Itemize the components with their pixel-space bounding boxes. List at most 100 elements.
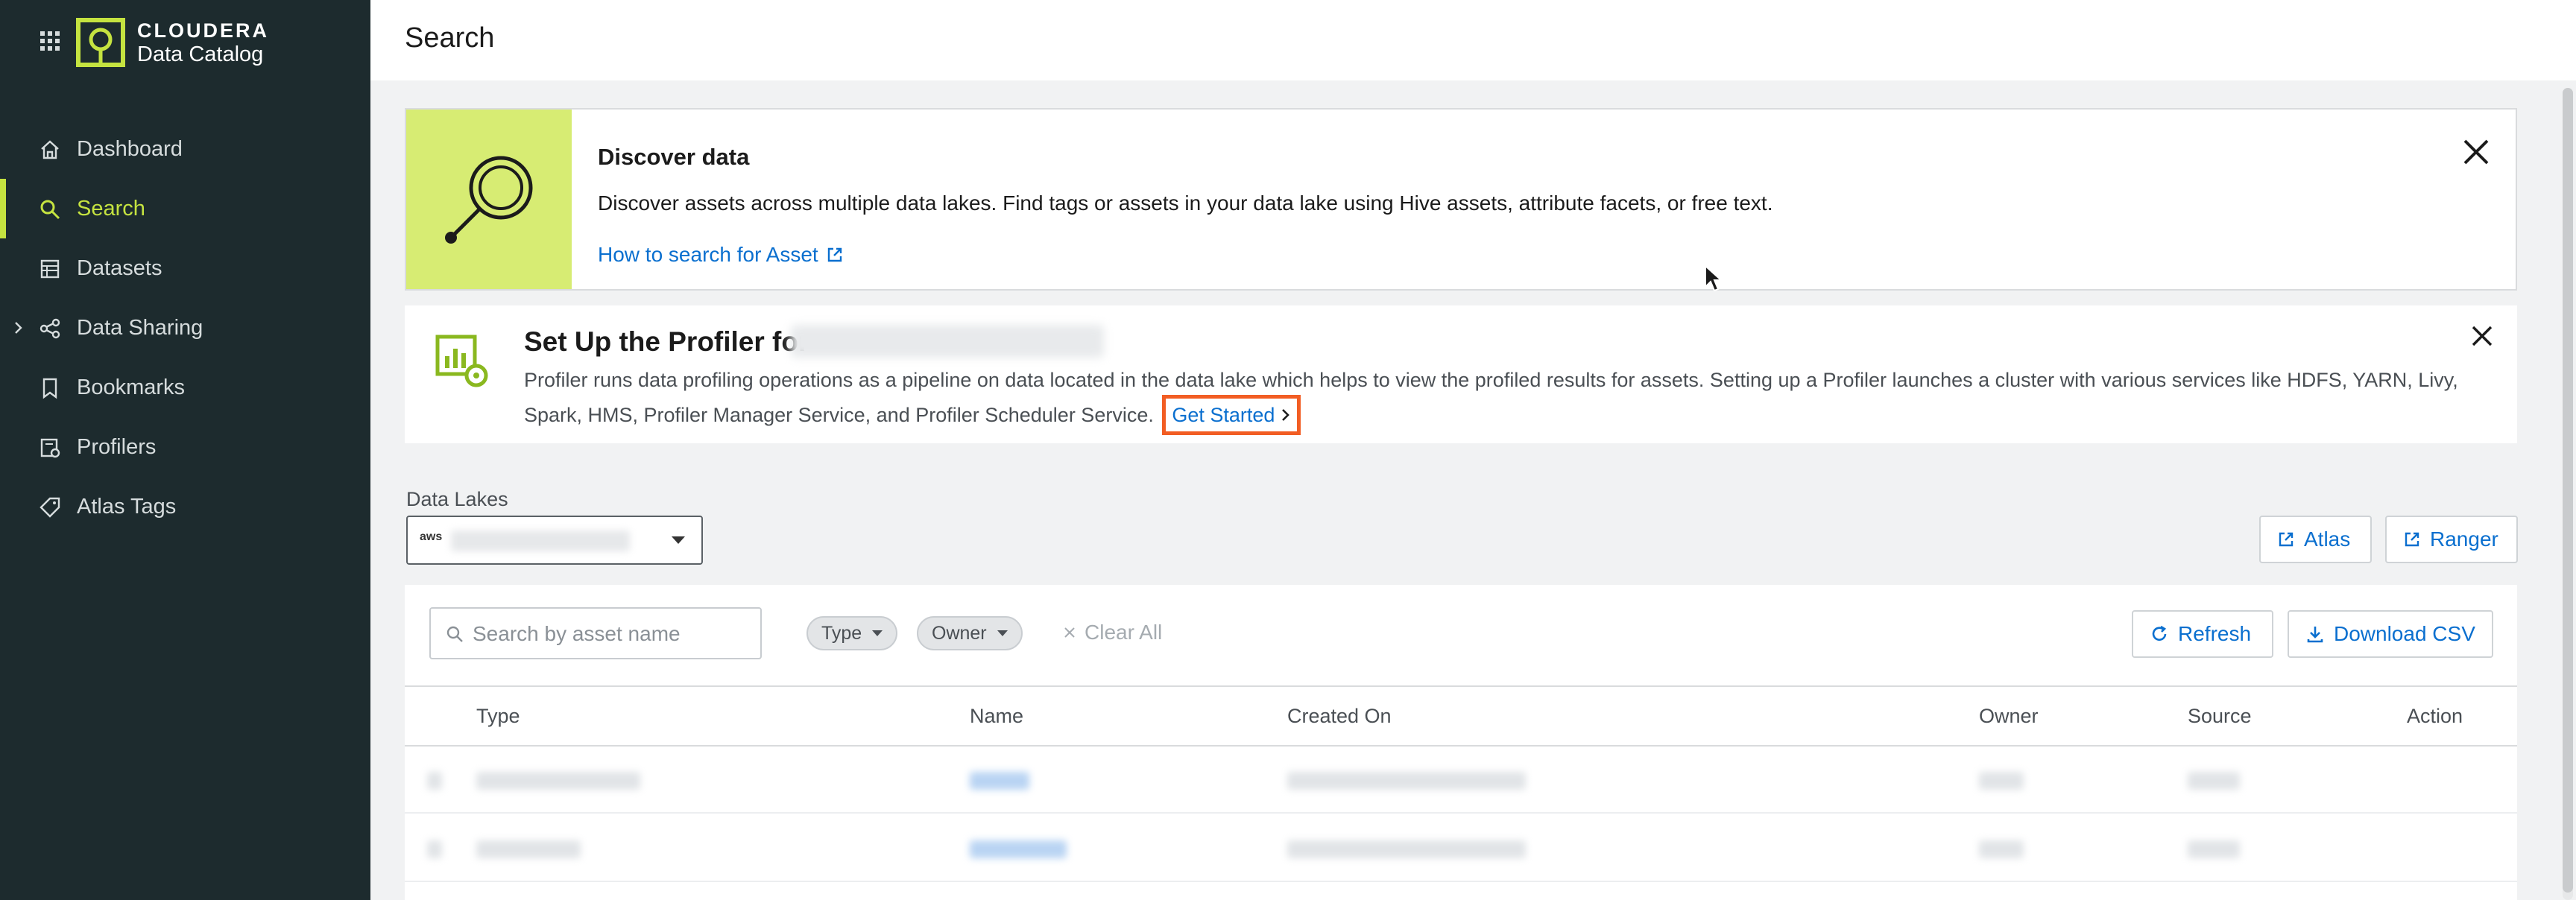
ranger-button[interactable]: Ranger xyxy=(2385,516,2518,563)
refresh-button[interactable]: Refresh xyxy=(2132,610,2273,658)
redacted-created-on-cell xyxy=(1287,840,1526,858)
download-csv-button[interactable]: Download CSV xyxy=(2288,610,2493,658)
download-csv-label: Download CSV xyxy=(2334,622,2475,645)
external-link-icon xyxy=(2405,532,2419,547)
table-row[interactable] xyxy=(405,815,2517,882)
page-title: Search xyxy=(405,22,495,54)
column-header-type[interactable]: Type xyxy=(476,705,520,728)
how-to-search-label: How to search for Asset xyxy=(598,243,818,266)
sidebar-item-label: Datasets xyxy=(77,256,162,280)
search-icon xyxy=(40,200,60,220)
search-icon xyxy=(446,626,463,642)
magnifier-illustration-icon xyxy=(445,156,533,244)
redacted-name-link[interactable] xyxy=(970,840,1067,858)
sidebar-item-atlas-tags[interactable]: Atlas Tags xyxy=(0,477,370,536)
brand-name: CLOUDERA xyxy=(137,19,269,42)
get-started-link[interactable]: Get Started xyxy=(1162,395,1301,435)
profiler-setup-card: Set Up the Profiler for Profiler runs da… xyxy=(405,305,2517,443)
type-filter-label: Type xyxy=(821,622,862,644)
discover-illustration xyxy=(406,110,572,289)
chevron-right-icon xyxy=(1282,409,1290,421)
how-to-search-link[interactable]: How to search for Asset xyxy=(598,243,844,267)
profiler-description: Profiler runs data profiling operations … xyxy=(524,365,2462,435)
sidebar-item-label: Atlas Tags xyxy=(77,495,177,519)
column-header-source[interactable]: Source xyxy=(2188,705,2252,728)
caret-down-icon xyxy=(997,630,1008,636)
owner-filter-chip[interactable]: Owner xyxy=(917,616,1023,650)
column-header-name[interactable]: Name xyxy=(970,705,1023,728)
app-grid-icon[interactable] xyxy=(39,30,61,52)
sidebar-item-label: Data Sharing xyxy=(77,316,203,340)
profilers-icon xyxy=(40,438,60,458)
redacted-owner-cell xyxy=(1979,840,2024,858)
redacted-source-cell xyxy=(2188,840,2240,858)
sidebar-item-data-sharing[interactable]: Data Sharing xyxy=(0,298,370,358)
table-header: Type Name Created On Owner Source Action xyxy=(405,685,2517,747)
asset-search-input[interactable] xyxy=(429,607,762,659)
clear-all-button[interactable]: Clear All xyxy=(1062,621,1162,644)
mouse-cursor-icon xyxy=(1705,264,1723,292)
column-header-owner[interactable]: Owner xyxy=(1979,705,2039,728)
sidebar-nav: Dashboard Search Datasets Data Sharing B… xyxy=(0,119,370,536)
refresh-icon xyxy=(2152,625,2167,641)
column-header-created-on[interactable]: Created On xyxy=(1287,705,1392,728)
discover-description: Discover assets across multiple data lak… xyxy=(598,191,1773,215)
redacted-name-link[interactable] xyxy=(970,772,1029,790)
asset-table-panel: Type Owner Clear All Refresh Download CS… xyxy=(405,585,2517,900)
caret-down-icon xyxy=(872,630,883,636)
redacted-type-cell xyxy=(476,772,640,790)
close-icon[interactable] xyxy=(2469,323,2495,349)
redacted-created-on-cell xyxy=(1287,772,1526,790)
sidebar-item-profilers[interactable]: Profilers xyxy=(0,417,370,477)
page-header: Search xyxy=(370,0,2576,80)
row-expand-icon[interactable] xyxy=(427,840,442,858)
external-link-icon xyxy=(827,247,842,262)
close-icon[interactable] xyxy=(2460,136,2492,168)
caret-down-icon xyxy=(672,536,685,544)
get-started-label: Get Started xyxy=(1172,404,1275,426)
atlas-label: Atlas xyxy=(2304,527,2351,551)
brand-subtitle: Data Catalog xyxy=(137,42,264,66)
owner-filter-label: Owner xyxy=(932,622,987,644)
home-icon xyxy=(41,140,59,159)
ranger-label: Ranger xyxy=(2430,527,2498,551)
column-header-action: Action xyxy=(2407,705,2463,727)
discover-data-card: Discover data Discover assets across mul… xyxy=(405,108,2517,291)
tag-icon xyxy=(40,497,60,518)
profiler-description-text: Profiler runs data profiling operations … xyxy=(524,369,2458,426)
chevron-right-icon[interactable] xyxy=(12,319,25,337)
sidebar-item-datasets[interactable]: Datasets xyxy=(0,238,370,298)
table-row[interactable] xyxy=(405,747,2517,814)
data-lakes-label: Data Lakes xyxy=(406,488,508,510)
profiler-title: Set Up the Profiler for xyxy=(524,326,809,357)
clear-all-label: Clear All xyxy=(1085,621,1163,644)
sidebar-item-label: Search xyxy=(77,197,145,221)
sidebar-item-label: Bookmarks xyxy=(77,375,186,399)
redacted-type-cell xyxy=(476,840,581,858)
refresh-label: Refresh xyxy=(2178,622,2252,645)
close-icon xyxy=(1064,627,1075,638)
redacted-datalake-value xyxy=(451,530,630,551)
cloudera-logo-icon xyxy=(76,18,125,67)
row-expand-icon[interactable] xyxy=(427,772,442,790)
redacted-owner-cell xyxy=(1979,772,2024,790)
redacted-datalake-name xyxy=(791,325,1104,358)
share-icon xyxy=(40,318,60,339)
discover-title: Discover data xyxy=(598,144,750,170)
download-icon xyxy=(2307,627,2323,643)
atlas-button[interactable]: Atlas xyxy=(2259,516,2372,563)
sidebar-item-label: Dashboard xyxy=(77,137,183,161)
sidebar-item-bookmarks[interactable]: Bookmarks xyxy=(0,358,370,417)
type-filter-chip[interactable]: Type xyxy=(806,616,898,650)
brand-header: CLOUDERA Data Catalog xyxy=(0,0,370,82)
sidebar-item-search[interactable]: Search xyxy=(0,179,370,238)
scrollbar-thumb[interactable] xyxy=(2563,88,2573,893)
datasets-icon xyxy=(40,259,60,279)
profiler-chart-gear-icon xyxy=(435,335,488,387)
aws-logo-icon: aws xyxy=(420,530,443,543)
data-lake-select[interactable]: aws xyxy=(406,516,703,565)
asset-search-field[interactable] xyxy=(473,619,748,649)
bookmark-icon xyxy=(42,378,57,399)
sidebar-item-dashboard[interactable]: Dashboard xyxy=(0,119,370,179)
sidebar: CLOUDERA Data Catalog Dashboard Search D… xyxy=(0,0,370,900)
